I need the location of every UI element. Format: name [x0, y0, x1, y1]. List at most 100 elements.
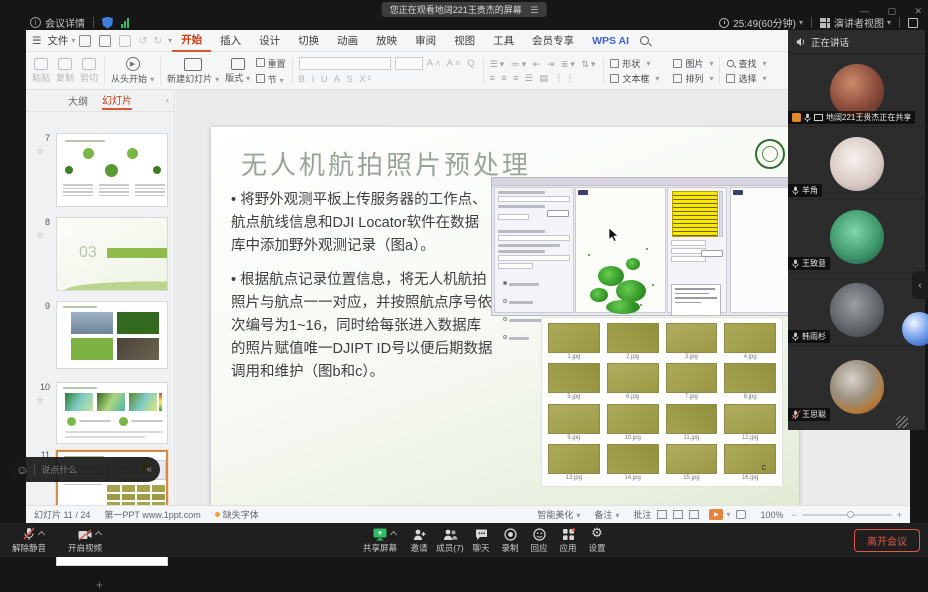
aerial-photo-tile [548, 444, 600, 474]
zoom-out-icon[interactable]: − [791, 510, 796, 520]
tab-design[interactable]: 设计 [250, 30, 289, 52]
tab-outline[interactable]: 大纲 [68, 93, 88, 108]
start-video-button[interactable]: 开启视频 [62, 526, 108, 554]
meeting-details-link[interactable]: 会议详情 [45, 15, 85, 30]
reset-button[interactable]: 重置 [256, 57, 286, 70]
shape-button[interactable]: 形状▾ [610, 57, 659, 70]
add-slide-button[interactable]: + [96, 578, 103, 592]
paragraph-format-icons[interactable]: ☰▾ ≔▾ ⇤ ⇥ ≣▾ ⇅▾ [490, 59, 598, 70]
font-family-select[interactable] [299, 57, 391, 70]
undo-icon[interactable]: ↺ [138, 35, 147, 47]
slide-sorter-icon[interactable] [673, 510, 683, 519]
search-icon[interactable] [640, 36, 649, 45]
textbox-button[interactable]: 文本框▾ [610, 72, 659, 85]
file-menu[interactable]: 文件 [47, 33, 68, 48]
participant-tile[interactable]: 王致意 [788, 201, 925, 273]
tab-insert[interactable]: 插入 [211, 30, 250, 52]
timer-caret-icon[interactable]: ▾ [799, 18, 803, 27]
tab-member[interactable]: 会员专享 [523, 30, 583, 52]
paste-button[interactable]: 粘贴 [32, 58, 50, 84]
tab-view[interactable]: 视图 [445, 30, 484, 52]
tab-review[interactable]: 审阅 [406, 30, 445, 52]
tab-home[interactable]: 开始 [172, 30, 211, 52]
reading-view-icon[interactable] [689, 510, 699, 519]
collapse-left-icon[interactable]: « [146, 464, 152, 475]
missing-fonts-notice[interactable]: 缺失字体 [223, 508, 259, 521]
network-signal-icon[interactable] [121, 18, 129, 28]
play-circle-icon: ▶ [126, 57, 140, 71]
figure-form-panel [494, 187, 574, 313]
unmute-button[interactable]: 解除静音 [6, 526, 52, 554]
settings-button[interactable]: ⚙ 设置 [574, 526, 620, 554]
comment-button[interactable]: 批注 [633, 508, 651, 521]
arrange-button[interactable]: 排列▾ [673, 72, 713, 85]
view-mode-selector[interactable]: 演讲者视图 [834, 15, 884, 30]
play-slideshow-button[interactable]: ▶ [709, 509, 723, 520]
view-caret-icon[interactable]: ▾ [887, 18, 891, 27]
panel-collapse-icon[interactable]: ‹ [166, 95, 169, 105]
section-button[interactable]: 节▾ [256, 73, 286, 86]
danmaku-input-pill[interactable]: ☺ 说点什么 « [8, 457, 160, 482]
star-icon[interactable]: ☆ [36, 230, 44, 241]
slide-thumbnail-7[interactable]: 7 ☆ [56, 133, 174, 207]
participant-nametag: 王思聪 [788, 408, 830, 421]
aerial-photo-tile [666, 404, 718, 434]
participant-tile[interactable]: 羊角 [788, 128, 925, 200]
tab-wps-ai[interactable]: WPS AI [583, 30, 638, 52]
thumb-number: 8 [34, 217, 50, 227]
picture-button[interactable]: 图片▾ [673, 57, 713, 70]
align-format-icons[interactable]: ≡ ≡ ≡ ☰ ▤ ⋮⋮ [490, 73, 577, 84]
print-icon[interactable] [99, 35, 111, 47]
export-icon[interactable] [119, 35, 131, 47]
tab-transition[interactable]: 切换 [289, 30, 328, 52]
participant-nametag: 地阔221王贵杰正在共享 [788, 111, 915, 124]
fullscreen-icon[interactable] [908, 18, 918, 28]
chevron-up-icon[interactable] [38, 531, 45, 538]
shape-icon [610, 59, 619, 68]
tab-animation[interactable]: 动画 [328, 30, 367, 52]
zoom-slider-handle[interactable] [847, 511, 854, 518]
slide-thumbnail-panel: 大纲 幻灯片 ‹ 7 ☆ 8 ☆ 03 [26, 90, 175, 505]
emoji-icon[interactable]: ☺ [16, 464, 28, 476]
tab-tools[interactable]: 工具 [484, 30, 523, 52]
sidebar-collapse-tab[interactable]: ‹ [912, 271, 928, 299]
security-shield-icon[interactable] [102, 17, 113, 29]
hamburger-icon[interactable]: ☰ [32, 35, 41, 47]
normal-view-icon[interactable] [657, 510, 667, 519]
play-caret-icon[interactable]: ▾ [726, 510, 730, 519]
danmaku-placeholder[interactable]: 说点什么 [41, 463, 140, 476]
beautify-button[interactable]: 智能美化▾ [537, 508, 580, 521]
slide-thumbnail-10[interactable]: 10 ☆ [56, 382, 174, 444]
save-icon[interactable] [79, 35, 91, 47]
participant-tile[interactable]: 地阔221王贵杰正在共享 [788, 55, 925, 127]
aerial-photo-tile [724, 323, 776, 353]
slide-thumbnail-8[interactable]: 8 ☆ 03 [56, 217, 174, 291]
participant-tile[interactable]: 王思聪 [788, 347, 925, 427]
meeting-timer[interactable]: 25:49(60分钟) [733, 15, 796, 30]
new-slide-button[interactable]: 新建幻灯片▾ [167, 58, 219, 85]
star-icon[interactable]: ☆ [36, 395, 44, 406]
tab-slides[interactable]: 幻灯片 [102, 92, 132, 110]
tab-slideshow[interactable]: 放映 [367, 30, 406, 52]
leave-meeting-button[interactable]: 离开会议 [854, 529, 920, 552]
fit-window-icon[interactable] [736, 510, 746, 519]
copy-button[interactable]: 复制 [56, 58, 74, 84]
chevron-up-icon[interactable] [95, 531, 102, 538]
redo-icon[interactable]: ↻ [153, 35, 162, 47]
cut-button[interactable]: 剪切 [80, 58, 98, 84]
notes-button[interactable]: 备注▾ [594, 508, 619, 521]
zoom-percent[interactable]: 100% [760, 510, 783, 520]
layout-button[interactable]: 版式▾ [225, 58, 250, 84]
zoom-in-icon[interactable]: + [897, 510, 902, 520]
star-icon[interactable]: ☆ [36, 146, 44, 157]
find-button[interactable]: 查找▾ [726, 57, 766, 70]
current-slide[interactable]: 无人机航拍照片预处理 将野外观测平板上传服务器的工作点、航点航线信息和DJI L… [211, 127, 799, 533]
select-button[interactable]: 选择▾ [726, 72, 766, 85]
zoom-slider[interactable] [802, 514, 892, 516]
font-style-buttons[interactable]: B I U A S X² [299, 74, 373, 85]
play-from-start-button[interactable]: ▶ 从头开始▾ [111, 57, 154, 85]
slide-thumbnail-9[interactable]: 9 [56, 301, 174, 369]
font-size-select[interactable] [395, 57, 423, 70]
sidebar-resize-handle[interactable] [896, 416, 908, 428]
font-grow-shrink-icons[interactable]: A˄ A˅ Q [427, 58, 477, 69]
